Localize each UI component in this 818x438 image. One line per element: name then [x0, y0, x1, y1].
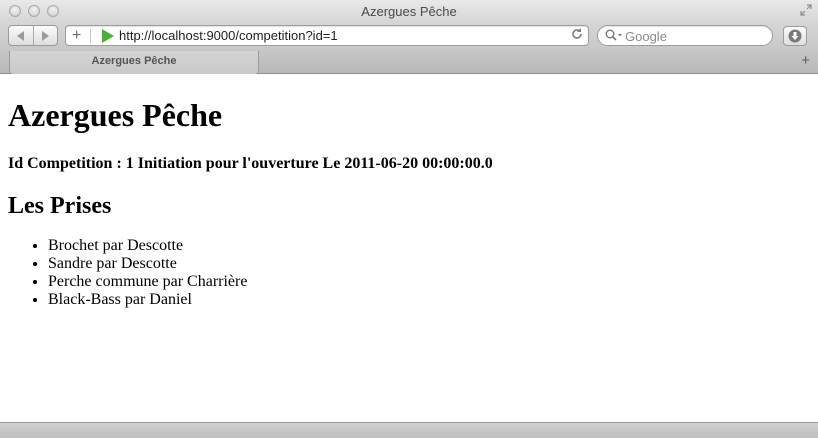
list-item: Brochet par Descotte — [48, 237, 247, 255]
list-item: Perche commune par Charrière — [48, 273, 247, 291]
back-button[interactable] — [9, 26, 33, 45]
browser-toolbar: + http://localhost:9000/competition?id=1… — [0, 22, 818, 50]
page-title: Azergues Pêche — [8, 97, 223, 133]
competition-info: Id Competition : 1 Initiation pour l'ouv… — [8, 155, 493, 172]
search-icon — [605, 29, 623, 47]
url-text[interactable]: http://localhost:9000/competition?id=1 — [119, 28, 338, 43]
list-item: Black-Bass par Daniel — [48, 291, 247, 309]
status-bar — [0, 422, 818, 438]
search-field[interactable]: Google — [597, 25, 773, 46]
address-divider — [90, 29, 91, 43]
reload-icon[interactable] — [571, 27, 583, 44]
address-bar[interactable]: + http://localhost:9000/competition?id=1 — [65, 25, 589, 46]
navigation-buttons — [8, 25, 58, 46]
window-titlebar: Azergues Pêche — [0, 0, 818, 22]
search-placeholder: Google — [625, 29, 667, 44]
page-content: Azergues Pêche Id Competition : 1 Initia… — [0, 75, 818, 422]
tab-azergues-peche[interactable]: Azergues Pêche — [9, 51, 259, 74]
section-title: Les Prises — [8, 193, 112, 219]
downloads-button[interactable] — [783, 26, 807, 46]
add-bookmark-icon[interactable]: + — [72, 27, 81, 44]
forward-arrow-icon — [42, 30, 50, 41]
tab-bar: Azergues Pêche + — [0, 50, 818, 74]
fullscreen-icon[interactable] — [800, 4, 812, 16]
forward-button[interactable] — [32, 26, 58, 45]
back-arrow-icon — [16, 30, 24, 41]
catch-list: Brochet par Descotte Sandre par Descotte… — [48, 237, 247, 309]
download-icon — [788, 29, 802, 43]
go-arrow-icon — [102, 29, 114, 48]
new-tab-icon[interactable]: + — [801, 52, 810, 70]
list-item: Sandre par Descotte — [48, 255, 247, 273]
window-title: Azergues Pêche — [361, 4, 457, 19]
